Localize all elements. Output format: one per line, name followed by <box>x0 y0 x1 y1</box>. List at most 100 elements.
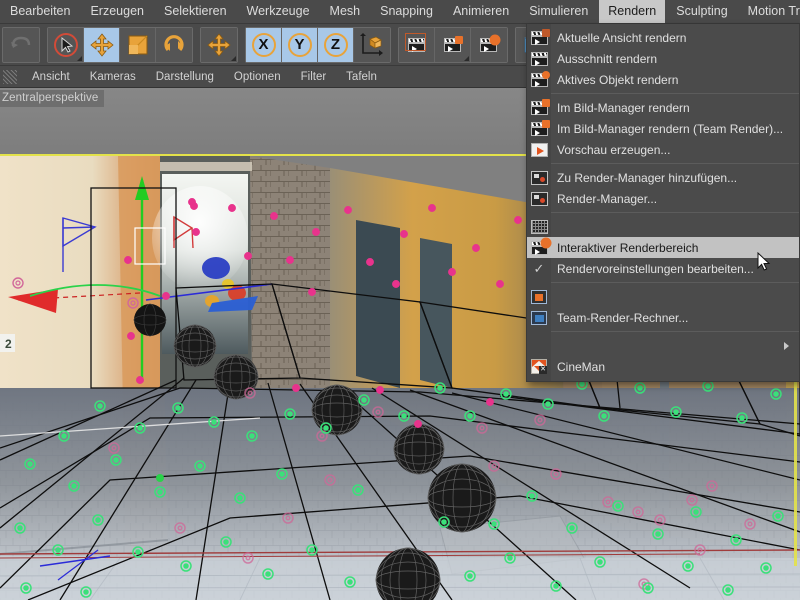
menu-separator <box>527 163 799 164</box>
menu-item-label: CineMan <box>551 360 605 374</box>
viewport-menu-optionen[interactable]: Optionen <box>224 69 291 85</box>
menu-werkzeuge[interactable]: Werkzeuge <box>238 0 319 23</box>
axis-y-label: Y <box>287 32 313 58</box>
menu-item-rechner-ueber-netzwerk-teilen[interactable]: Team-Render-Rechner... <box>527 307 799 328</box>
menu-item-loeschen-aller-loesungen[interactable]: ✕ CineMan <box>527 356 799 377</box>
axis-z-label: Z <box>323 32 349 58</box>
menu-motion-tracker[interactable]: Motion Tracker <box>739 0 800 23</box>
menu-simulieren[interactable]: Simulieren <box>520 0 597 23</box>
chevron-right-icon <box>784 342 789 350</box>
share-machine-network-icon <box>527 307 551 328</box>
menu-item-label: Aktives Objekt rendern <box>551 73 678 87</box>
make-preview-icon <box>527 139 551 160</box>
menu-mesh[interactable]: Mesh <box>321 0 370 23</box>
menu-item-label: Rendervoreinstellungen bearbeiten... <box>551 262 754 276</box>
menu-item-label: Im Bild-Manager rendern (Team Render)... <box>551 122 783 136</box>
toolbar-group-undo <box>2 27 40 63</box>
render-region-button[interactable] <box>435 28 471 62</box>
rotate-icon <box>161 32 187 58</box>
no-icon <box>527 335 551 356</box>
render-view-icon <box>404 32 430 58</box>
toolbar-group-render <box>398 27 508 63</box>
viewport-menu-filter[interactable]: Filter <box>291 69 337 85</box>
menu-item-label: Zu Render-Manager hinzufügen... <box>551 171 737 185</box>
viewport-menu-kameras[interactable]: Kameras <box>80 69 146 85</box>
menu-item-label: Ausschnitt rendern <box>551 52 657 66</box>
menu-separator <box>527 331 799 332</box>
menu-item-label: Vorschau erzeugen... <box>551 143 670 157</box>
toolbar-group-tools <box>47 27 193 63</box>
render-settings-icon <box>527 237 551 258</box>
select-live-icon <box>53 32 79 58</box>
render-view-button[interactable] <box>399 28 435 62</box>
scale-tool-button[interactable] <box>120 28 156 62</box>
menu-item-team-render-rechner[interactable] <box>527 286 799 307</box>
team-render-picture-viewer-icon <box>527 118 551 139</box>
move-tool-button[interactable] <box>84 28 120 62</box>
lock-z-axis-button[interactable]: Z <box>318 28 354 62</box>
render-region-icon <box>527 48 551 69</box>
interactive-render-region-icon <box>527 216 551 237</box>
render-picture-viewer-icon <box>527 97 551 118</box>
render-view-icon <box>527 27 551 48</box>
menu-item-label: Aktuelle Ansicht rendern <box>551 31 686 45</box>
move-icon <box>89 32 115 58</box>
menu-selektieren[interactable]: Selektieren <box>155 0 236 23</box>
menu-separator <box>527 93 799 94</box>
world-coordinates-icon <box>359 32 385 58</box>
menu-item-aktives-objekt-rendern[interactable]: Aktives Objekt rendern <box>527 69 799 90</box>
menu-item-aktuelle-ansicht-rendern[interactable]: Aktuelle Ansicht rendern <box>527 27 799 48</box>
render-settings-icon <box>476 32 502 58</box>
lock-x-axis-button[interactable]: X <box>246 28 282 62</box>
viewport-menu-tafeln[interactable]: Tafeln <box>336 69 387 85</box>
rotate-tool-button[interactable] <box>156 28 192 62</box>
render-queue-icon <box>527 188 551 209</box>
menu-item-interaktiver-renderbereich[interactable] <box>527 216 799 237</box>
menu-sculpting[interactable]: Sculpting <box>667 0 736 23</box>
render-region-icon <box>440 32 466 58</box>
menu-item-label: Interaktiver Renderbereich <box>551 241 698 255</box>
lock-y-axis-button[interactable]: Y <box>282 28 318 62</box>
sphere-3 <box>312 385 362 435</box>
undo-icon <box>8 32 34 58</box>
menu-item-im-bild-manager-rendern-team-render[interactable]: Im Bild-Manager rendern (Team Render)... <box>527 118 799 139</box>
menu-item-vorschau-erzeugen[interactable]: Vorschau erzeugen... <box>527 139 799 160</box>
menu-separator <box>527 212 799 213</box>
menu-item-meine-rendervoreinstellungen[interactable]: ✓ Rendervoreinstellungen bearbeiten... <box>527 258 799 279</box>
undo-button[interactable] <box>3 28 39 62</box>
menu-item-label: Im Bild-Manager rendern <box>551 101 690 115</box>
menu-item-render-manager[interactable]: Render-Manager... <box>527 188 799 209</box>
sphere-5 <box>428 464 496 532</box>
viewport-menu-ansicht[interactable]: Ansicht <box>22 69 80 85</box>
menu-snapping[interactable]: Snapping <box>371 0 442 23</box>
menu-item-zu-render-manager-hinzufuegen[interactable]: Zu Render-Manager hinzufügen... <box>527 167 799 188</box>
menu-item-cineman[interactable] <box>527 335 799 356</box>
move-axis-button[interactable] <box>201 28 237 62</box>
world-object-coordinates-button[interactable] <box>354 28 390 62</box>
wall-marker-label: 2 <box>5 337 12 351</box>
menu-item-rendervoreinstellungen-bearbeiten[interactable]: Interaktiver Renderbereich <box>527 237 799 258</box>
menu-item-label: Team-Render-Rechner... <box>551 311 688 325</box>
add-to-render-queue-icon <box>527 167 551 188</box>
sphere-small <box>134 304 166 336</box>
axis-x-icon: X <box>251 32 277 58</box>
wall-marker: 2 <box>0 334 15 352</box>
menu-item-im-bild-manager-rendern[interactable]: Im Bild-Manager rendern <box>527 97 799 118</box>
render-settings-button[interactable] <box>471 28 507 62</box>
menu-rendern[interactable]: Rendern <box>599 0 665 23</box>
select-tool-button[interactable] <box>48 28 84 62</box>
menu-bearbeiten[interactable]: Bearbeiten <box>1 0 79 23</box>
sphere-4 <box>394 424 444 474</box>
render-menu-dropdown[interactable]: Aktuelle Ansicht rendern Ausschnitt rend… <box>526 24 800 382</box>
checkmark-icon: ✓ <box>527 258 551 279</box>
cinema4d-window: 2 <box>0 0 800 600</box>
viewport-grip-icon[interactable] <box>3 70 17 84</box>
menu-animieren[interactable]: Animieren <box>444 0 518 23</box>
scale-icon <box>125 32 151 58</box>
menu-separator <box>527 282 799 283</box>
toolbar-group-axes: X Y Z <box>245 27 391 63</box>
viewport-menu-darstellung[interactable]: Darstellung <box>146 69 224 85</box>
menu-item-ausschnitt-rendern[interactable]: Ausschnitt rendern <box>527 48 799 69</box>
menu-item-label: Render-Manager... <box>551 192 657 206</box>
menu-erzeugen[interactable]: Erzeugen <box>81 0 153 23</box>
